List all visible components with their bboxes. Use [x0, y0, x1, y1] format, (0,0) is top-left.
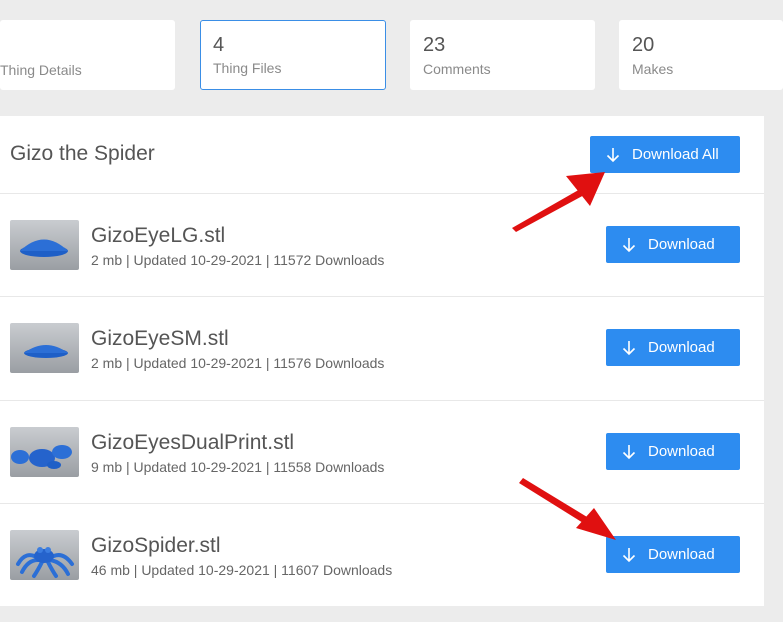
download-arrow-icon — [622, 444, 636, 459]
tab-count: 4 — [213, 34, 225, 56]
tab-label: Makes — [632, 61, 674, 77]
tab-label: Thing Files — [213, 60, 282, 76]
file-meta: 46 mb | Updated 10-29-2021 | 11607 Downl… — [91, 562, 393, 578]
file-name[interactable]: GizoSpider.stl — [91, 534, 221, 558]
download-arrow-icon — [622, 340, 636, 355]
file-row: GizoEyeLG.stl 2 mb | Updated 10-29-2021 … — [0, 193, 764, 298]
tab-label: Comments — [423, 61, 491, 77]
tab-makes[interactable]: 20 Makes — [619, 20, 783, 90]
download-all-label: Download All — [632, 146, 719, 163]
tab-label: Thing Details — [0, 62, 82, 78]
download-label: Download — [648, 339, 715, 356]
download-all-button[interactable]: Download All — [590, 136, 740, 173]
download-label: Download — [648, 546, 715, 563]
file-name[interactable]: GizoEyeSM.stl — [91, 327, 229, 351]
file-name[interactable]: GizoEyeLG.stl — [91, 224, 225, 248]
tab-thing-files[interactable]: 4 Thing Files — [200, 20, 386, 90]
tab-count: 20 — [632, 34, 655, 56]
tab-comments[interactable]: 23 Comments — [410, 20, 595, 90]
file-name[interactable]: GizoEyesDualPrint.stl — [91, 431, 294, 455]
tab-count: 23 — [423, 34, 446, 56]
file-thumbnail[interactable] — [10, 530, 79, 580]
download-arrow-icon — [606, 147, 620, 162]
file-meta: 9 mb | Updated 10-29-2021 | 11558 Downlo… — [91, 459, 385, 475]
download-button[interactable]: Download — [606, 433, 740, 470]
file-thumbnail[interactable] — [10, 220, 79, 270]
download-arrow-icon — [622, 237, 636, 252]
download-arrow-icon — [622, 547, 636, 562]
file-thumbnail[interactable] — [10, 427, 79, 477]
file-meta: 2 mb | Updated 10-29-2021 | 11576 Downlo… — [91, 355, 385, 371]
file-thumbnail[interactable] — [10, 323, 79, 373]
download-button[interactable]: Download — [606, 536, 740, 573]
thing-title: Gizo the Spider — [10, 142, 155, 165]
file-meta: 2 mb | Updated 10-29-2021 | 11572 Downlo… — [91, 252, 385, 268]
tab-thing-details[interactable]: Thing Details — [0, 20, 175, 90]
download-label: Download — [648, 443, 715, 460]
download-label: Download — [648, 236, 715, 253]
file-row: GizoSpider.stl 46 mb | Updated 10-29-202… — [0, 503, 764, 608]
files-panel: Gizo the Spider Download All GizoEyeLG.s… — [0, 116, 764, 606]
download-button[interactable]: Download — [606, 226, 740, 263]
file-row: GizoEyesDualPrint.stl 9 mb | Updated 10-… — [0, 400, 764, 505]
file-row: GizoEyeSM.stl 2 mb | Updated 10-29-2021 … — [0, 296, 764, 401]
download-button[interactable]: Download — [606, 329, 740, 366]
